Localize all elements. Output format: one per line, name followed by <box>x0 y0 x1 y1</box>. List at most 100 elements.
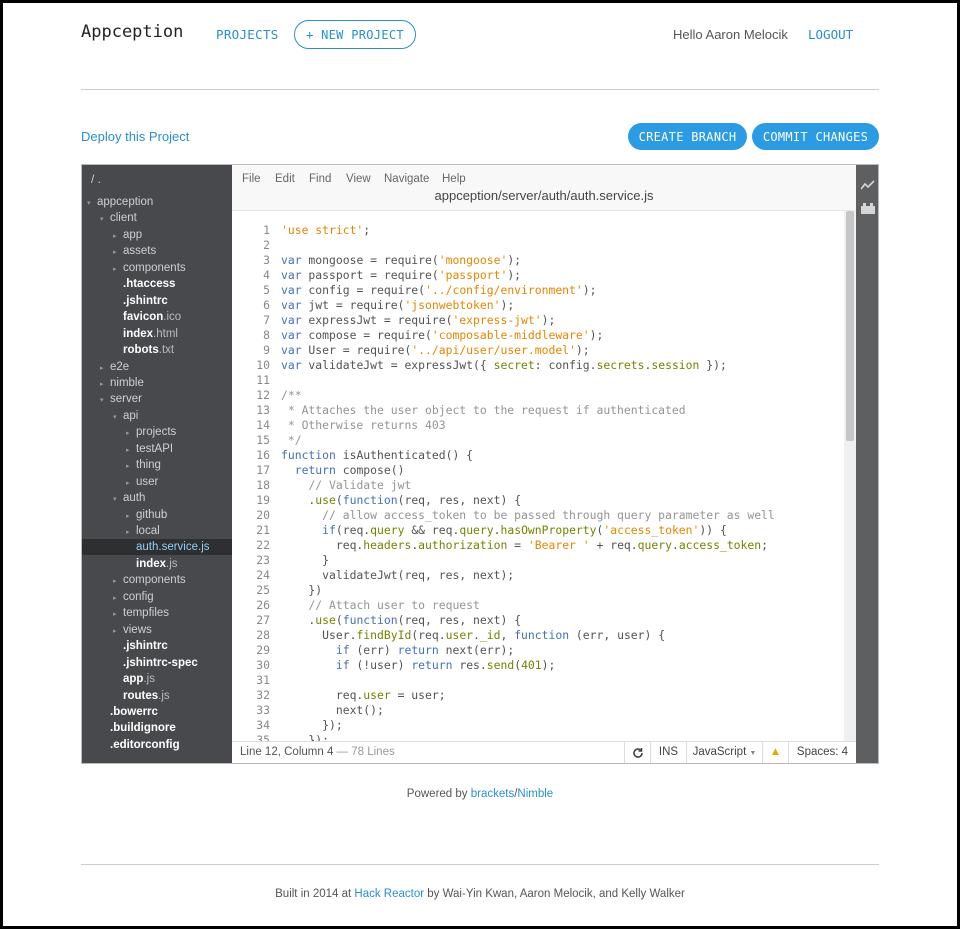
code-line[interactable]: 33 next(); <box>232 703 844 718</box>
menu-find[interactable]: Find <box>309 173 331 185</box>
code-line[interactable]: 18 // Validate jwt <box>232 478 844 493</box>
code-line[interactable]: 23 } <box>232 553 844 568</box>
create-branch-button[interactable]: CREATE BRANCH <box>628 123 747 150</box>
code-line[interactable]: 21 if(req.query && req.query.hasOwnPrope… <box>232 523 844 538</box>
code-line[interactable]: 13 * Attaches the user object to the req… <box>232 403 844 418</box>
menu-help[interactable]: Help <box>442 173 466 185</box>
hack-reactor-link[interactable]: Hack Reactor <box>354 888 424 900</box>
extension-manager-icon[interactable] <box>861 203 875 215</box>
code-line[interactable]: 2 <box>232 238 844 253</box>
code-line[interactable]: 15 */ <box>232 433 844 448</box>
code-line[interactable]: 14 * Otherwise returns 403 <box>232 418 844 433</box>
nimble-link[interactable]: Nimble <box>517 788 553 800</box>
code-area[interactable]: 1'use strict'; 2 3 var mongoose = require('… <box>232 211 844 741</box>
warning-icon[interactable]: ▲ <box>762 742 788 763</box>
code-line[interactable]: 35 }); <box>232 733 844 741</box>
cursor-position[interactable]: Line 12, Column 4 — 78 Lines <box>240 746 395 758</box>
tree-folder[interactable]: ▾ client <box>82 210 232 226</box>
code-line[interactable]: 31 <box>232 673 844 688</box>
code-line[interactable]: 9 var User = require('../api/user/user.mo… <box>232 343 844 358</box>
tree-file[interactable]: routes.js <box>82 688 232 704</box>
menu-navigate[interactable]: Navigate <box>384 173 429 185</box>
code-line[interactable]: 30 if (!user) return res.send(401); <box>232 658 844 673</box>
code-line[interactable]: 27 .use(function(req, res, next) { <box>232 613 844 628</box>
tree-file[interactable]: .jshintrc <box>82 638 232 654</box>
logout-link[interactable]: LOGOUT <box>808 27 853 42</box>
code-line[interactable]: 32 req.user = user; <box>232 688 844 703</box>
code-line[interactable]: 24 validateJwt(req, res, next); <box>232 568 844 583</box>
code-line[interactable]: 7 var expressJwt = require('express-jwt')… <box>232 313 844 328</box>
code-line[interactable]: 20 // allow access_token to be passed th… <box>232 508 844 523</box>
code-line[interactable]: 22 req.headers. authorization = 'Bearer '… <box>232 538 844 553</box>
code-line[interactable]: 29 if (err) return next(err); <box>232 643 844 658</box>
menu-edit[interactable]: Edit <box>275 173 295 185</box>
tree-folder[interactable]: ▸ assets <box>82 243 232 259</box>
code-line[interactable]: 19 .use(function(req, res, next) { <box>232 493 844 508</box>
tree-folder[interactable]: ▸ app <box>82 227 232 243</box>
code-line[interactable]: 3 var mongoose = require('mongoose'); <box>232 253 844 268</box>
indent-spaces-setting[interactable]: Spaces: 4 <box>788 742 856 763</box>
tree-folder[interactable]: ▸ nimble <box>82 375 232 391</box>
tree-file[interactable]: app.js <box>82 671 232 687</box>
tree-folder[interactable]: ▾ server <box>82 391 232 407</box>
tree-folder[interactable]: ▸ e2e <box>82 359 232 375</box>
header-divider <box>81 89 879 90</box>
tree-folder[interactable]: ▸ thing <box>82 457 232 473</box>
app-brand[interactable]: Appception <box>81 22 183 42</box>
tree-file[interactable]: index.html <box>82 326 232 342</box>
vertical-scrollbar[interactable] <box>844 211 856 741</box>
code-line[interactable]: 8 var compose = require('composable-middl… <box>232 328 844 343</box>
tree-file[interactable]: auth.service.js <box>82 539 232 556</box>
tree-file[interactable]: .jshintrc-spec <box>82 655 232 671</box>
tree-folder[interactable]: ▸ components <box>82 260 232 276</box>
code-line[interactable]: 17 return compose() <box>232 463 844 478</box>
tree-folder[interactable]: ▾ appception <box>82 194 232 210</box>
code-line[interactable]: 1 'use strict'; <box>232 223 844 238</box>
code-line[interactable]: 16 function isAuthenticated() { <box>232 448 844 463</box>
tree-folder[interactable]: ▸ github <box>82 507 232 523</box>
tree-file[interactable]: .htaccess <box>82 276 232 292</box>
code-line[interactable]: 10 var validateJwt = expressJwt({ secret:… <box>232 358 844 373</box>
code-line[interactable]: 6 var jwt = require('jsonwebtoken'); <box>232 298 844 313</box>
tree-file[interactable]: favicon.ico <box>82 309 232 325</box>
tree-file[interactable]: .bowerrc <box>82 704 232 720</box>
tree-folder[interactable]: ▸ components <box>82 572 232 588</box>
tree-file[interactable]: .editorconfig <box>82 737 232 753</box>
tree-folder[interactable]: ▸ tempfiles <box>82 605 232 621</box>
tree-file[interactable]: robots.txt <box>82 342 232 358</box>
new-project-button[interactable]: + NEW PROJECT <box>294 20 416 49</box>
insert-mode-indicator[interactable]: INS <box>650 742 686 763</box>
code-line[interactable]: 4 var passport = require('passport'); <box>232 268 844 283</box>
language-select[interactable]: JavaScript ▼ <box>686 742 762 763</box>
code-line[interactable]: 11 <box>232 373 844 388</box>
tree-folder[interactable]: ▾ api <box>82 408 232 424</box>
tree-folder[interactable]: ▾ auth <box>82 490 232 506</box>
live-preview-icon[interactable] <box>860 180 875 192</box>
code-token: var <box>281 328 302 342</box>
tree-file[interactable]: index.js <box>82 556 232 572</box>
scrollbar-thumb[interactable] <box>846 211 854 441</box>
tree-folder[interactable]: ▸ testAPI <box>82 441 232 457</box>
tree-file[interactable]: .buildignore <box>82 720 232 736</box>
brackets-link[interactable]: brackets <box>471 788 514 800</box>
commit-changes-button[interactable]: COMMIT CHANGES <box>752 123 879 150</box>
code-line[interactable]: 34 }); <box>232 718 844 733</box>
project-root-label[interactable]: / . <box>91 172 101 186</box>
tree-folder[interactable]: ▸ local <box>82 523 232 539</box>
tree-folder-label: local <box>136 525 160 537</box>
tree-folder[interactable]: ▸ views <box>82 622 232 638</box>
tree-folder[interactable]: ▸ projects <box>82 424 232 440</box>
sync-icon[interactable] <box>624 742 650 763</box>
menu-file[interactable]: File <box>242 173 261 185</box>
tree-file[interactable]: .jshintrc <box>82 293 232 309</box>
projects-link[interactable]: PROJECTS <box>216 27 279 42</box>
code-line[interactable]: 28 User.findById(req.user._id, function … <box>232 628 844 643</box>
code-line[interactable]: 26 // Attach user to request <box>232 598 844 613</box>
code-line[interactable]: 5 var config = require('../config/environ… <box>232 283 844 298</box>
tree-folder[interactable]: ▸ user <box>82 474 232 490</box>
menu-view[interactable]: View <box>346 173 371 185</box>
code-line[interactable]: 25 }) <box>232 583 844 598</box>
code-line[interactable]: 12 /** <box>232 388 844 403</box>
deploy-project-link[interactable]: Deploy this Project <box>81 129 189 144</box>
tree-folder[interactable]: ▸ config <box>82 589 232 605</box>
